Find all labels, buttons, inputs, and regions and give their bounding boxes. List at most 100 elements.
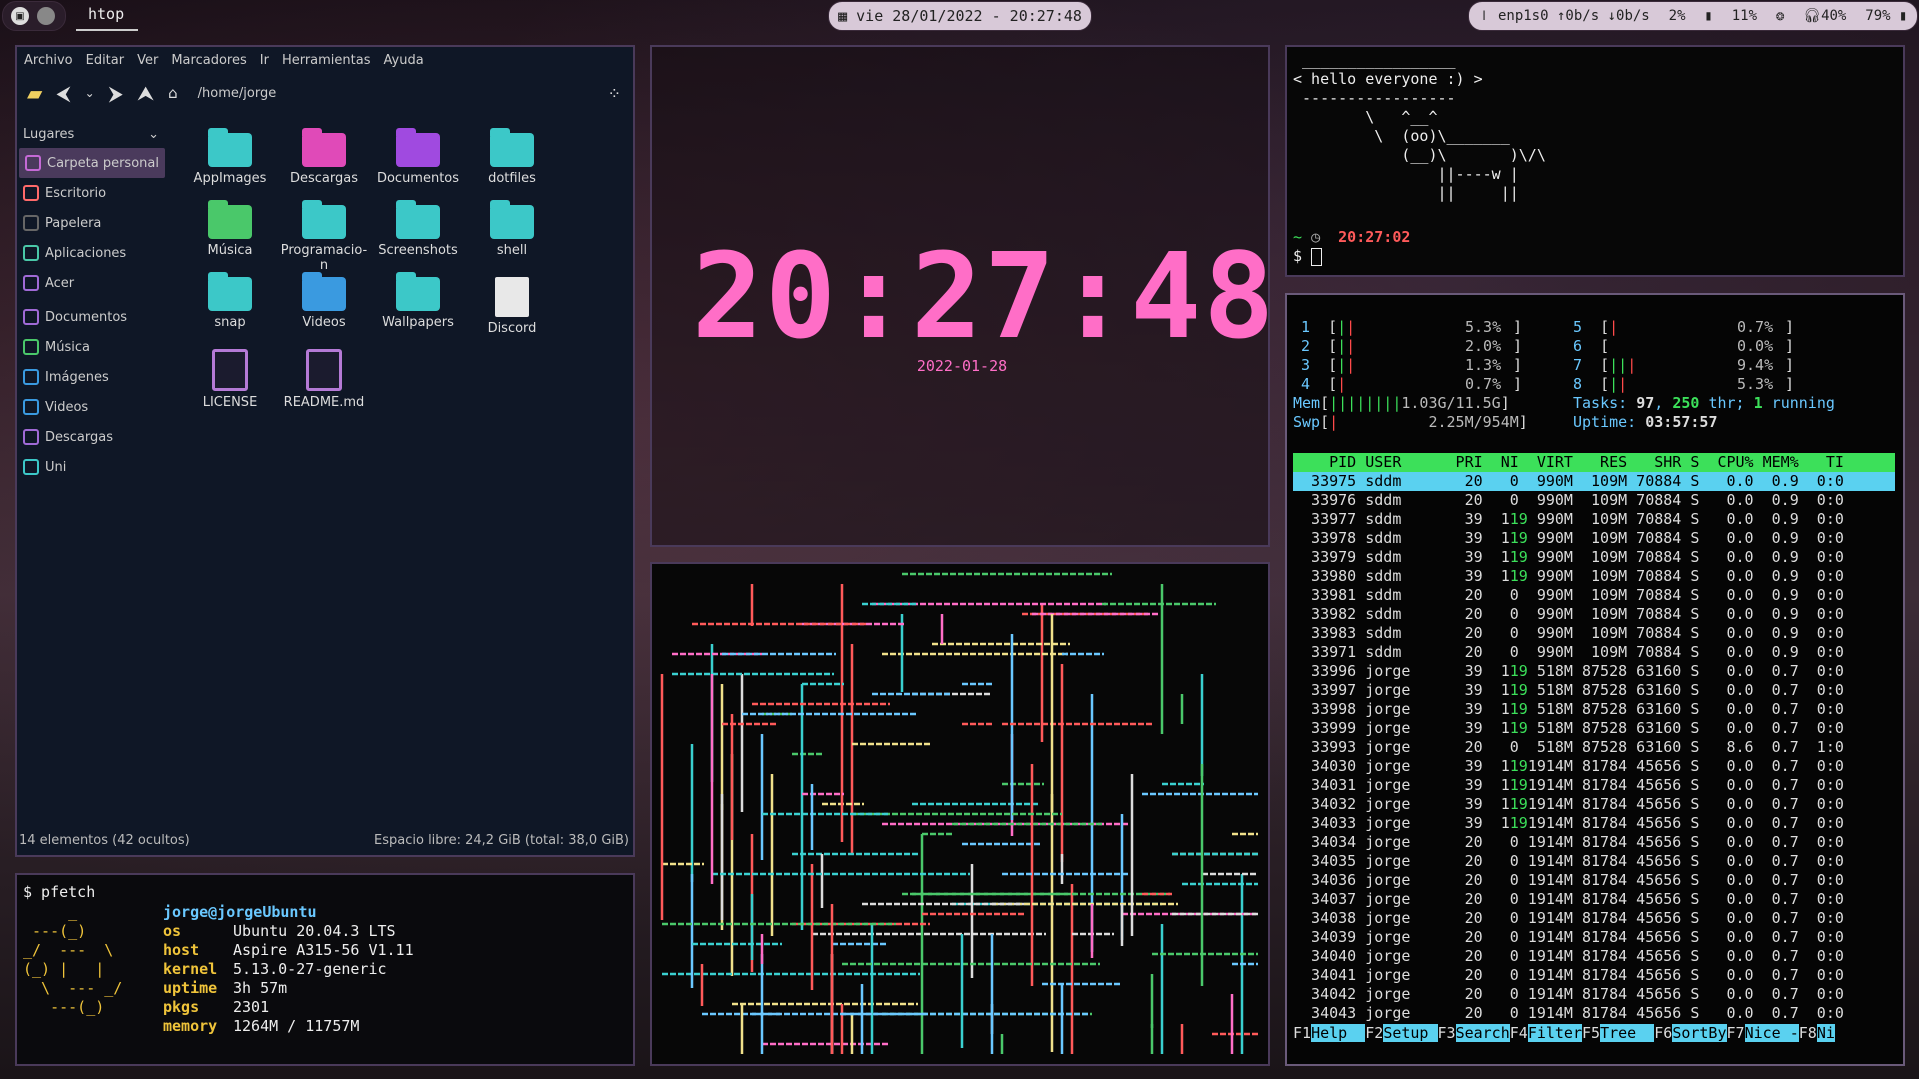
sidebar-item[interactable]: Escritorio: [17, 178, 167, 208]
file-item[interactable]: snap: [185, 272, 275, 330]
datetime-widget[interactable]: ▦ vie 28/01/2022 - 20:27:48: [828, 1, 1092, 31]
sidebar-item[interactable]: Imágenes: [17, 362, 167, 392]
back-button[interactable]: ⮜: [56, 81, 70, 105]
process-row[interactable]: 33977 sddm 39 119 990M 109M 70884 S 0.0 …: [1293, 510, 1895, 529]
process-row[interactable]: 33976 sddm 20 0 990M 109M 70884 S 0.0 0.…: [1293, 491, 1895, 510]
process-row[interactable]: 33982 sddm 20 0 990M 109M 70884 S 0.0 0.…: [1293, 605, 1895, 624]
process-row[interactable]: 33978 sddm 39 119 990M 109M 70884 S 0.0 …: [1293, 529, 1895, 548]
sidebar-item[interactable]: Carpeta personal: [19, 148, 165, 178]
cpu-bar: [||: [1582, 375, 1628, 393]
process-row[interactable]: 34032 jorge 39 1191914M 81784 45656 S 0.…: [1293, 795, 1895, 814]
process-row[interactable]: 33975 sddm 20 0 990M 109M 70884 S 0.0 0.…: [1293, 472, 1895, 491]
file-item[interactable]: LICENSE: [185, 349, 275, 410]
process-row[interactable]: 33997 jorge 39 119 518M 87528 63160 S 0.…: [1293, 681, 1895, 700]
battery-widget[interactable]: 79% ▮: [1865, 8, 1907, 24]
sidebar-item-label: Uni: [45, 459, 67, 475]
file-item[interactable]: README.md: [279, 349, 369, 410]
process-row[interactable]: 34037 jorge 20 0 1914M 81784 45656 S 0.0…: [1293, 890, 1895, 909]
process-row[interactable]: 34042 jorge 20 0 1914M 81784 45656 S 0.0…: [1293, 985, 1895, 1004]
network-widget[interactable]: ⏽ enp1s0 ↑0b/s ↓0b/s: [1478, 8, 1649, 24]
home-icon[interactable]: ⌂: [168, 84, 178, 102]
info-row: host Aspire A315-56 V1.11: [163, 941, 414, 960]
menu-item-4[interactable]: Ir: [260, 53, 269, 68]
new-folder-icon[interactable]: ▰: [27, 81, 42, 105]
info-value: Aspire A315-56 V1.11: [233, 941, 414, 959]
sidebar-item[interactable]: Acer: [17, 268, 167, 298]
process-row[interactable]: 34031 jorge 39 1191914M 81784 45656 S 0.…: [1293, 776, 1895, 795]
function-key-label[interactable]: Setup: [1383, 1024, 1438, 1042]
file-icon: [495, 277, 529, 317]
function-key-label[interactable]: Filter: [1527, 1024, 1582, 1042]
file-item[interactable]: dotfiles: [467, 128, 557, 186]
file-item[interactable]: Documentos: [373, 128, 463, 186]
htop-terminal[interactable]: 1 [|| 5.3%] 2 [|| 2.0%] 3 [|| 1.3%] 4 [| 0.7%] 5…: [1285, 293, 1905, 1066]
file-item[interactable]: Videos: [279, 272, 369, 330]
file-item[interactable]: AppImages: [185, 128, 275, 186]
pipes-terminal[interactable]: [650, 562, 1270, 1066]
volume-widget[interactable]: 🎧︎40%: [1803, 8, 1846, 24]
chevron-down-icon[interactable]: ⌄: [148, 127, 159, 142]
up-button[interactable]: ⮝: [137, 81, 154, 105]
menu-item-6[interactable]: Ayuda: [384, 53, 424, 68]
menu-item-3[interactable]: Marcadores: [171, 53, 246, 68]
history-dropdown-icon[interactable]: ⌄: [85, 86, 95, 100]
process-row[interactable]: 34035 jorge 20 0 1914M 81784 45656 S 0.0…: [1293, 852, 1895, 871]
process-row[interactable]: 33998 jorge 39 119 518M 87528 63160 S 0.…: [1293, 700, 1895, 719]
sidebar-item[interactable]: Uni: [17, 452, 167, 482]
cowsay-terminal[interactable]: _________________ < hello everyone :) > …: [1285, 45, 1905, 277]
file-item[interactable]: Screenshots: [373, 200, 463, 258]
menu-item-5[interactable]: Herramientas: [282, 53, 371, 68]
forward-button[interactable]: ⮞: [109, 81, 123, 105]
menu-item-0[interactable]: Archivo: [24, 53, 73, 68]
clock-terminal[interactable]: 20:27:48 2022-01-28: [650, 45, 1274, 547]
file-item[interactable]: Programacio- n: [279, 200, 369, 273]
process-row[interactable]: 33980 sddm 39 119 990M 109M 70884 S 0.0 …: [1293, 567, 1895, 586]
sidebar-item[interactable]: Descargas: [17, 422, 167, 452]
function-key-label[interactable]: Tree: [1600, 1024, 1655, 1042]
process-row[interactable]: 34036 jorge 20 0 1914M 81784 45656 S 0.0…: [1293, 871, 1895, 890]
sidebar-item[interactable]: Videos: [17, 392, 167, 422]
process-row[interactable]: 33999 jorge 39 119 518M 87528 63160 S 0.…: [1293, 719, 1895, 738]
process-row[interactable]: 33993 jorge 20 0 518M 87528 63160 S 8.6 …: [1293, 738, 1895, 757]
sidebar-item[interactable]: Papelera: [17, 208, 167, 238]
process-row[interactable]: 33981 sddm 20 0 990M 109M 70884 S 0.0 0.…: [1293, 586, 1895, 605]
sidebar-item[interactable]: Documentos: [17, 302, 167, 332]
process-row[interactable]: 33996 jorge 39 119 518M 87528 63160 S 0.…: [1293, 662, 1895, 681]
toggle-view-icon[interactable]: ⁘: [608, 84, 621, 103]
network-icon: ⏽: [1478, 8, 1490, 24]
cpu-bar-end: ]: [1785, 375, 1795, 393]
workspace-2-icon[interactable]: [37, 7, 55, 25]
process-row[interactable]: 33971 sddm 20 0 990M 109M 70884 S 0.0 0.…: [1293, 643, 1895, 662]
menu-item-2[interactable]: Ver: [137, 53, 158, 68]
function-key-label[interactable]: Nice -: [1744, 1024, 1799, 1042]
process-row[interactable]: 34043 jorge 20 0 1914M 81784 45656 S 0.0…: [1293, 1004, 1895, 1023]
function-key-label[interactable]: Help: [1311, 1024, 1366, 1042]
process-row[interactable]: 33979 sddm 39 119 990M 109M 70884 S 0.0 …: [1293, 548, 1895, 567]
function-key-label[interactable]: SortBy: [1672, 1024, 1727, 1042]
process-row[interactable]: 34033 jorge 39 1191914M 81784 45656 S 0.…: [1293, 814, 1895, 833]
function-key-label[interactable]: Search: [1455, 1024, 1510, 1042]
pfetch-terminal[interactable]: $ pfetch _ ---(_) _/ --- \ (_) | | \ ---…: [15, 873, 635, 1066]
process-row[interactable]: 34030 jorge 39 1191914M 81784 45656 S 0.…: [1293, 757, 1895, 776]
workspace-1-icon[interactable]: ▣: [11, 7, 29, 25]
process-row[interactable]: 34038 jorge 20 0 1914M 81784 45656 S 0.0…: [1293, 909, 1895, 928]
sidebar-item[interactable]: Aplicaciones: [17, 238, 167, 268]
process-row[interactable]: 34041 jorge 20 0 1914M 81784 45656 S 0.0…: [1293, 966, 1895, 985]
workspace-switcher[interactable]: ▣: [2, 1, 66, 31]
process-row[interactable]: 34039 jorge 20 0 1914M 81784 45656 S 0.0…: [1293, 928, 1895, 947]
process-row[interactable]: 34040 jorge 20 0 1914M 81784 45656 S 0.0…: [1293, 947, 1895, 966]
file-item[interactable]: shell: [467, 200, 557, 258]
menu-item-1[interactable]: Editar: [86, 53, 125, 68]
file-item[interactable]: Discord: [467, 277, 557, 336]
function-key-label[interactable]: Ni: [1816, 1024, 1835, 1042]
sidebar-item[interactable]: Música: [17, 332, 167, 362]
process-row[interactable]: 33983 sddm 20 0 990M 109M 70884 S 0.0 0.…: [1293, 624, 1895, 643]
process-table-header[interactable]: PID USER PRI NI VIRT RES SHR S CPU% MEM%…: [1293, 453, 1895, 472]
active-window-title[interactable]: htop: [88, 5, 124, 23]
file-item-label: Descargas: [289, 171, 358, 186]
file-item[interactable]: Música: [185, 200, 275, 258]
location-path[interactable]: /home/jorge: [198, 86, 277, 101]
file-item[interactable]: Descargas: [279, 128, 369, 186]
file-item[interactable]: Wallpapers: [373, 272, 463, 330]
process-row[interactable]: 34034 jorge 20 0 1914M 81784 45656 S 0.0…: [1293, 833, 1895, 852]
